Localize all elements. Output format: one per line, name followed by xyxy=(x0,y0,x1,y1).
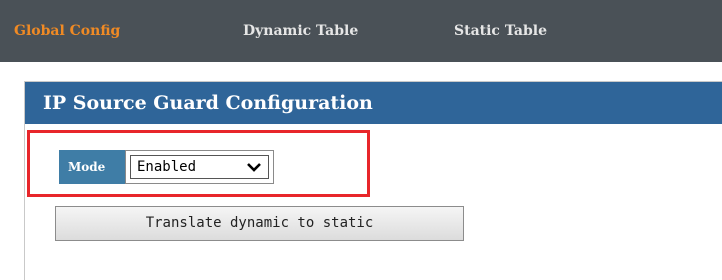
tab-bar: Global Config Dynamic Table Static Table xyxy=(0,0,722,62)
mode-field: Mode Enabled xyxy=(59,150,274,184)
translate-dynamic-to-static-button[interactable]: Translate dynamic to static xyxy=(55,206,464,241)
tab-global-config[interactable]: Global Config xyxy=(14,23,120,39)
mode-selected-value: Enabled xyxy=(137,159,197,175)
mode-select[interactable]: Enabled xyxy=(125,150,274,184)
mode-select-box[interactable]: Enabled xyxy=(130,155,269,179)
tab-dynamic-table[interactable]: Dynamic Table xyxy=(243,23,358,39)
mode-label: Mode xyxy=(59,150,125,184)
panel-title: IP Source Guard Configuration xyxy=(25,82,722,124)
chevron-down-icon xyxy=(247,163,261,172)
tab-static-table[interactable]: Static Table xyxy=(454,23,547,39)
